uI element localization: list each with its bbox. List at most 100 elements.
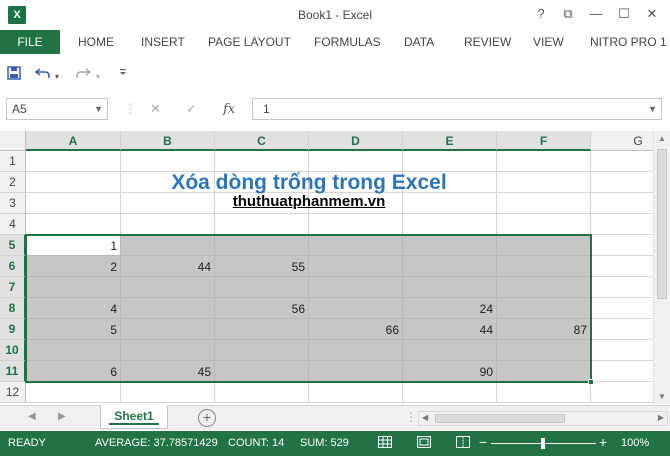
cell-e8[interactable]: 24 <box>403 298 497 319</box>
cell-a12[interactable] <box>26 382 121 403</box>
formula-input[interactable]: 1 ▼ <box>252 98 662 120</box>
tab-formulas[interactable]: FORMULAS <box>314 30 381 54</box>
cell-f4[interactable] <box>497 214 591 235</box>
row-header-5[interactable]: 5 <box>0 235 26 256</box>
cell-a4[interactable] <box>26 214 121 235</box>
column-header-a[interactable]: A <box>26 131 121 151</box>
horizontal-scroll-thumb[interactable] <box>435 414 565 423</box>
cell-d11[interactable] <box>309 361 403 382</box>
cell-c12[interactable] <box>215 382 309 403</box>
minimize-button[interactable]: — <box>585 4 607 24</box>
cell-b4[interactable] <box>121 214 215 235</box>
cell-c11[interactable] <box>215 361 309 382</box>
cell-b10[interactable] <box>121 340 215 361</box>
row-header-12[interactable]: 12 <box>0 382 26 403</box>
cell-c5[interactable] <box>215 235 309 256</box>
cell-b9[interactable] <box>121 319 215 340</box>
row-header-7[interactable]: 7 <box>0 277 26 298</box>
drag-handle-icon[interactable]: ⋮ <box>124 102 137 116</box>
scroll-down-icon[interactable]: ▼ <box>658 392 666 401</box>
undo-dropdown-icon[interactable]: ▾ <box>55 69 59 85</box>
cell-c4[interactable] <box>215 214 309 235</box>
row-header-3[interactable]: 3 <box>0 193 26 214</box>
cell-b5[interactable] <box>121 235 215 256</box>
cell-e4[interactable] <box>403 214 497 235</box>
cell-f1[interactable] <box>497 151 591 172</box>
column-header-c[interactable]: C <box>215 131 309 151</box>
normal-view-icon[interactable] <box>378 436 392 451</box>
cell-b11[interactable]: 45 <box>121 361 215 382</box>
column-header-b[interactable]: B <box>121 131 215 151</box>
cell-a8[interactable]: 4 <box>26 298 121 319</box>
vertical-scrollbar[interactable]: ▲ ▼ <box>653 131 670 404</box>
chevron-down-icon[interactable]: ▼ <box>94 99 103 119</box>
cell-f8[interactable] <box>497 298 591 319</box>
insert-function-icon[interactable]: fx <box>223 102 235 117</box>
cell-c6[interactable]: 55 <box>215 256 309 277</box>
row-header-10[interactable]: 10 <box>0 340 26 361</box>
column-header-f[interactable]: F <box>497 131 591 151</box>
splitter-handle-icon[interactable]: ⋮ <box>405 410 417 424</box>
cell-a10[interactable] <box>26 340 121 361</box>
fill-handle[interactable] <box>588 379 594 385</box>
cell-b6[interactable]: 44 <box>121 256 215 277</box>
sheet-tab-sheet1[interactable]: Sheet1 <box>100 405 168 429</box>
tab-home[interactable]: HOME <box>78 30 114 54</box>
cell-d5[interactable] <box>309 235 403 256</box>
select-all-corner[interactable] <box>0 131 26 151</box>
scroll-right-icon[interactable]: ▶ <box>658 413 664 422</box>
column-header-e[interactable]: E <box>403 131 497 151</box>
close-button[interactable]: ✕ <box>641 4 663 24</box>
cell-b7[interactable] <box>121 277 215 298</box>
cell-f12[interactable] <box>497 382 591 403</box>
cell-e9[interactable]: 44 <box>403 319 497 340</box>
cell-e12[interactable] <box>403 382 497 403</box>
row-header-6[interactable]: 6 <box>0 256 26 277</box>
tab-file[interactable]: FILE <box>0 30 60 54</box>
tab-nitro-pro[interactable]: NITRO PRO 1 <box>590 30 670 54</box>
cell-c10[interactable] <box>215 340 309 361</box>
cell-a5[interactable]: 1 <box>26 235 121 256</box>
horizontal-scrollbar[interactable]: ◀ ▶ <box>418 411 668 426</box>
redo-icon[interactable] <box>75 66 92 83</box>
cell-b12[interactable] <box>121 382 215 403</box>
expand-formula-bar-icon[interactable]: ▼ <box>648 99 657 119</box>
help-button[interactable]: ? <box>530 4 552 24</box>
next-sheet-icon[interactable]: ▶ <box>58 411 66 422</box>
page-break-view-icon[interactable] <box>456 436 470 451</box>
row-header-9[interactable]: 9 <box>0 319 26 340</box>
row-header-1[interactable]: 1 <box>0 151 26 172</box>
redo-dropdown-icon[interactable]: ▾ <box>96 69 100 85</box>
row-header-8[interactable]: 8 <box>0 298 26 319</box>
tab-page-layout[interactable]: PAGE LAYOUT <box>208 30 291 54</box>
cell-a11[interactable]: 6 <box>26 361 121 382</box>
cell-e10[interactable] <box>403 340 497 361</box>
cell-c9[interactable] <box>215 319 309 340</box>
cell-d12[interactable] <box>309 382 403 403</box>
cancel-icon[interactable]: ✕ <box>150 102 161 116</box>
cell-e7[interactable] <box>403 277 497 298</box>
cell-e1[interactable] <box>403 151 497 172</box>
scroll-left-icon[interactable]: ◀ <box>422 413 428 422</box>
cell-f5[interactable] <box>497 235 591 256</box>
tab-review[interactable]: REVIEW <box>464 30 511 54</box>
cell-e6[interactable] <box>403 256 497 277</box>
enter-check-icon[interactable]: ✓ <box>186 102 197 116</box>
tab-insert[interactable]: INSERT <box>141 30 185 54</box>
cell-d9[interactable]: 66 <box>309 319 403 340</box>
row-header-4[interactable]: 4 <box>0 214 26 235</box>
prev-sheet-icon[interactable]: ◀ <box>28 411 36 422</box>
undo-icon[interactable] <box>34 66 51 83</box>
cell-a6[interactable]: 2 <box>26 256 121 277</box>
tab-data[interactable]: DATA <box>404 30 434 54</box>
zoom-in-button[interactable]: + <box>599 434 607 450</box>
cell-a7[interactable] <box>26 277 121 298</box>
scroll-up-icon[interactable]: ▲ <box>658 134 666 143</box>
page-layout-view-icon[interactable] <box>417 436 431 451</box>
cell-f10[interactable] <box>497 340 591 361</box>
zoom-slider-thumb[interactable] <box>541 438 545 449</box>
column-header-d[interactable]: D <box>309 131 403 151</box>
zoom-out-button[interactable]: − <box>479 434 487 450</box>
cell-d8[interactable] <box>309 298 403 319</box>
save-icon[interactable] <box>7 66 21 83</box>
